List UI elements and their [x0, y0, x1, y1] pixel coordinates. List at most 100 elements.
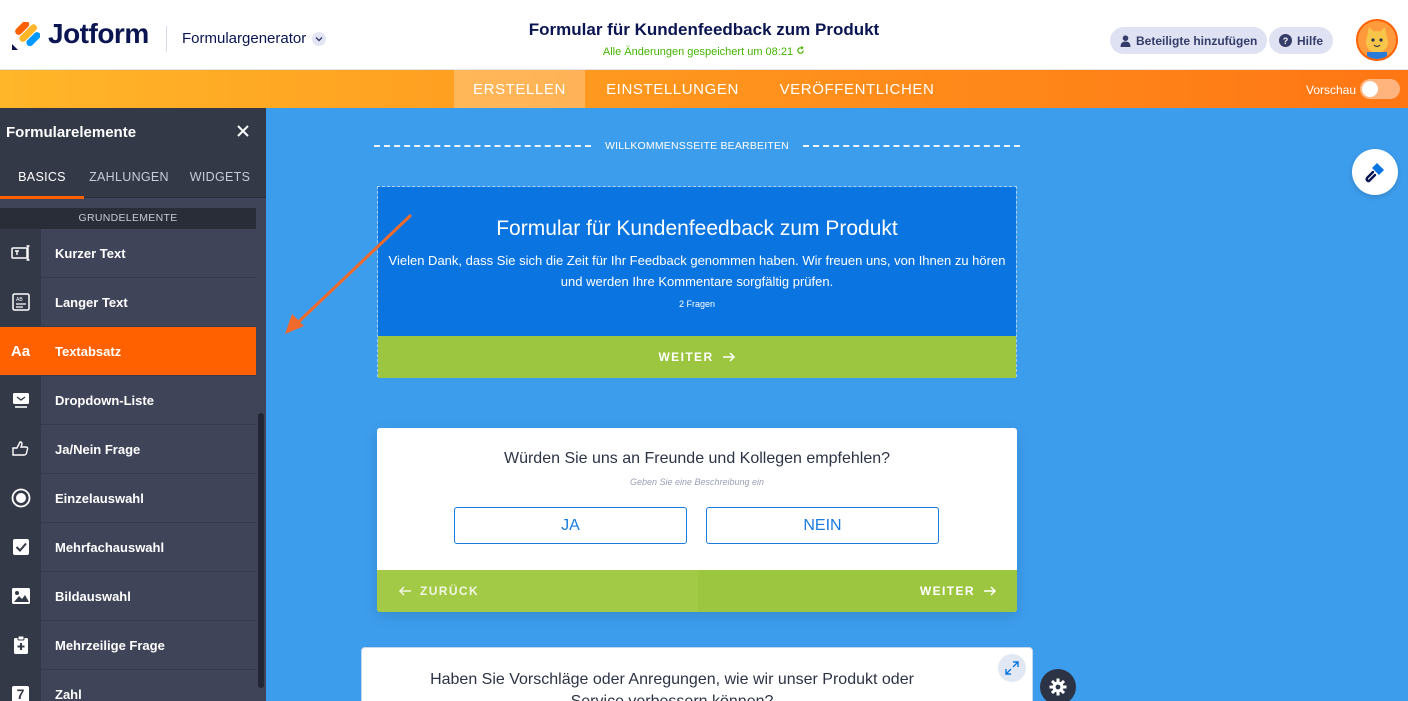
tab-publish[interactable]: VERÖFFENTLICHEN [768, 70, 946, 108]
brand-name[interactable]: Jotform [48, 18, 149, 50]
expand-button[interactable] [998, 654, 1026, 682]
element-label: Einzelauswahl [55, 490, 144, 506]
question-card-suggestions[interactable]: Haben Sie Vorschläge oder Anregungen, wi… [361, 647, 1033, 701]
panel-tabs: BASICS ZAHLUNGEN WIDGETS [0, 156, 266, 199]
next-label: WEITER [658, 350, 714, 364]
annotation-arrow-icon [285, 214, 412, 334]
element-label: Langer Text [55, 294, 128, 310]
no-button[interactable]: NEIN [706, 507, 939, 544]
panel-spacer [0, 198, 256, 208]
element-dropdown[interactable]: Dropdown-Liste [0, 376, 256, 425]
top-bar: Jotform Formulargenerator Formular für K… [0, 0, 1408, 70]
element-single-choice[interactable]: Einzelauswahl [0, 474, 256, 523]
element-paragraph[interactable]: Aa Textabsatz [0, 327, 256, 376]
element-label: Dropdown-Liste [55, 392, 154, 408]
question-title[interactable]: Würden Sie uns an Freunde und Kollegen e… [377, 450, 1017, 468]
dashed-line [374, 145, 592, 147]
form-designer-button[interactable] [1352, 149, 1398, 195]
edit-welcome-page-link[interactable]: WILLKOMMENSSEITE BEARBEITEN [374, 140, 1020, 152]
element-yes-no[interactable]: Ja/Nein Frage [0, 425, 256, 474]
toggle-knob [1362, 81, 1378, 97]
welcome-card[interactable]: Formular für Kundenfeedback zum Produkt … [377, 186, 1017, 378]
builder-label: Formulargenerator [182, 30, 307, 47]
tab-payments[interactable]: ZAHLUNGEN [84, 156, 174, 198]
tab-create[interactable]: ERSTELLEN [454, 70, 585, 108]
back-button[interactable]: ZURÜCK [377, 570, 698, 612]
radio-icon [0, 474, 41, 522]
tab-settings[interactable]: EINSTELLUNGEN [596, 70, 749, 108]
chevron-down-icon [312, 31, 327, 46]
svg-text:?: ? [1283, 36, 1289, 46]
yes-button[interactable]: JA [454, 507, 687, 544]
number-icon-glyph: 7 [12, 685, 29, 701]
element-label: Textabsatz [55, 343, 122, 359]
question-title[interactable]: Haben Sie Vorschläge oder Anregungen, wi… [402, 669, 942, 701]
settings-button[interactable] [1040, 669, 1076, 701]
tab-widgets[interactable]: WIDGETS [174, 156, 266, 198]
help-button[interactable]: ? Hilfe [1269, 27, 1334, 54]
svg-text:AB: AB [16, 297, 23, 303]
yes-no-icon [0, 425, 41, 473]
welcome-text[interactable]: Vielen Dank, dass Sie sich die Zeit für … [378, 250, 1016, 292]
arrow-right-icon [984, 586, 997, 596]
paragraph-icon-glyph: Aa [10, 342, 31, 360]
arrow-right-icon [722, 352, 735, 362]
form-elements-panel: Formularelemente BASICS ZAHLUNGEN WIDGET… [0, 108, 266, 701]
welcome-title[interactable]: Formular für Kundenfeedback zum Produkt [378, 217, 1016, 241]
add-participants-label: Beteiligte hinzufügen [1136, 33, 1258, 48]
preview-toggle[interactable] [1360, 79, 1400, 99]
jotform-logo-icon[interactable] [10, 22, 40, 52]
element-multi-line[interactable]: Mehrzeilige Frage [0, 621, 256, 670]
next-label: WEITER [919, 584, 975, 598]
save-status-text: Alle Änderungen gespeichert um 08:21 [602, 46, 794, 58]
user-icon [1120, 34, 1131, 47]
element-multiple-choice[interactable]: Mehrfachauswahl [0, 523, 256, 572]
arrow-left-icon [398, 586, 411, 596]
dashed-line [802, 145, 1020, 147]
tab-basics[interactable]: BASICS [0, 156, 84, 199]
element-short-text[interactable]: Kurzer Text [0, 229, 256, 278]
back-label: ZURÜCK [420, 584, 480, 598]
element-number[interactable]: 7 Zahl [0, 670, 256, 701]
preview-label: Vorschau [1306, 83, 1357, 97]
element-label: Ja/Nein Frage [55, 441, 141, 457]
builder-dropdown[interactable]: Formulargenerator [182, 30, 327, 47]
cat-avatar-icon [1358, 21, 1396, 59]
paint-roller-icon [1365, 163, 1384, 183]
paragraph-icon: Aa [0, 327, 41, 375]
header-divider [166, 26, 167, 52]
element-label: Zahl [55, 686, 82, 701]
image-choice-icon [0, 572, 41, 620]
close-icon[interactable] [236, 124, 250, 138]
scrollbar-thumb[interactable] [258, 413, 264, 688]
expand-icon [1005, 661, 1019, 675]
help-icon: ? [1279, 34, 1292, 47]
element-label: Mehrfachauswahl [55, 539, 165, 555]
question-count: 2 Fragen [678, 299, 716, 309]
welcome-header: Formular für Kundenfeedback zum Produkt … [378, 187, 1016, 336]
add-participants-button[interactable]: Beteiligte hinzufügen [1110, 27, 1268, 54]
group-label: GRUNDELEMENTE [0, 208, 256, 229]
welcome-next-button[interactable]: WEITER [378, 336, 1016, 378]
checkbox-icon [0, 523, 41, 571]
panel-header: Formularelemente [0, 108, 266, 156]
avatar[interactable] [1356, 19, 1398, 61]
next-button[interactable]: WEITER [698, 570, 1017, 612]
question-card-yes-no[interactable]: Würden Sie uns an Freunde und Kollegen e… [377, 428, 1017, 612]
edit-welcome-page-label: WILLKOMMENSSEITE BEARBEITEN [605, 140, 789, 152]
question-footer: ZURÜCK WEITER [377, 570, 1017, 612]
multi-line-icon [0, 621, 41, 669]
element-label: Bildauswahl [55, 588, 131, 604]
form-title[interactable]: Formular für Kundenfeedback zum Produkt [480, 20, 928, 40]
element-image-choice[interactable]: Bildauswahl [0, 572, 256, 621]
element-long-text[interactable]: AB Langer Text [0, 278, 256, 327]
number-icon: 7 [0, 670, 41, 701]
dropdown-icon [0, 376, 41, 424]
builder-nav-bar: ERSTELLEN EINSTELLUNGEN VERÖFFENTLICHEN … [0, 70, 1408, 108]
question-description[interactable]: Geben Sie eine Beschreibung ein [377, 477, 1017, 487]
element-label: Kurzer Text [55, 245, 126, 261]
help-label: Hilfe [1297, 33, 1324, 48]
gear-icon [1049, 678, 1067, 696]
refresh-icon [797, 46, 804, 54]
panel-title: Formularelemente [6, 123, 137, 141]
